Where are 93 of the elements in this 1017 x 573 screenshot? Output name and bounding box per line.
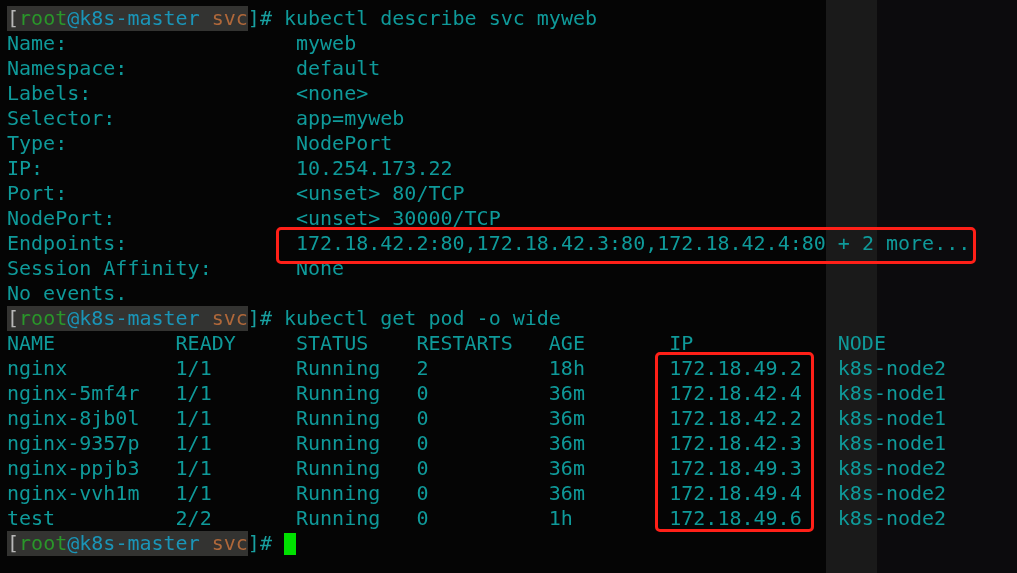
table-cell-text: k8s-node2 — [837, 481, 948, 506]
table-cell-text: k8s-node2 — [837, 456, 948, 481]
table-cell-text: 1/1 — [175, 356, 213, 381]
table-cell-text: 0 — [416, 406, 430, 431]
table-cell-text: 1/1 — [175, 456, 213, 481]
table-cell-text: 36m — [548, 431, 586, 456]
table-cell-text: 172.18.42.4 — [669, 381, 803, 406]
table-cell-text: k8s-node1 — [837, 406, 948, 431]
table-cell-text: 172.18.49.2 — [669, 356, 803, 381]
field-label: Selector: — [7, 106, 117, 131]
table-cell-text: 1/1 — [175, 406, 213, 431]
output-text: No events. — [7, 281, 128, 306]
table-cell-text: Running — [295, 506, 382, 531]
table-cell-text: 2 — [416, 356, 430, 381]
table-cell-text: 36m — [548, 381, 586, 406]
column-header: NODE — [837, 331, 887, 356]
table-cell-text: 2/2 — [175, 506, 213, 531]
column-header: IP — [669, 331, 695, 356]
field-value: 172.18.42.2:80,172.18.42.3:80,172.18.42.4:80 + 2 more... — [296, 231, 971, 256]
table-cell-text: nginx-ppjb3 — [7, 456, 141, 481]
column-header: READY — [175, 331, 237, 356]
table-cell-text: nginx-5mf4r — [7, 381, 141, 406]
table-cell-text: 36m — [548, 481, 586, 506]
prompt-bracket: [ — [7, 531, 20, 556]
table-cell-text: 0 — [416, 506, 430, 531]
table-cell-text: nginx-vvh1m — [7, 481, 141, 506]
table-cell-text: nginx — [7, 356, 69, 381]
prompt-symbol: ]# — [247, 531, 272, 556]
prompt-user: root — [19, 531, 68, 556]
prompt-user: root — [19, 6, 68, 31]
command-text: kubectl get pod -o wide — [283, 306, 561, 331]
table-cell-text: Running — [295, 406, 382, 431]
prompt-symbol: ]# — [247, 6, 272, 31]
table-cell-text: k8s-node1 — [837, 381, 948, 406]
table-cell-text: k8s-node2 — [837, 356, 948, 381]
field-label: Endpoints: — [7, 231, 129, 256]
field-value: myweb — [296, 31, 357, 56]
field-label: Type: — [7, 131, 69, 156]
field-value: <unset> 30000/TCP — [296, 206, 501, 231]
column-header: STATUS — [295, 331, 370, 356]
prompt-bracket: [ — [7, 6, 20, 31]
table-cell-text: nginx-8jb0l — [7, 406, 141, 431]
field-value: NodePort — [296, 131, 393, 156]
field-label: Session Affinity: — [7, 256, 213, 281]
table-cell-text: 1h — [548, 506, 574, 531]
field-value: 10.254.173.22 — [296, 156, 453, 181]
table-cell-text: 1/1 — [175, 431, 213, 456]
table-cell-text: nginx-9357p — [7, 431, 141, 456]
table-cell-text: 0 — [416, 456, 430, 481]
table-cell-text: 1/1 — [175, 481, 213, 506]
table-cell-text: 172.18.49.3 — [669, 456, 803, 481]
table-cell-text: 36m — [548, 406, 586, 431]
table-cell-text: 1/1 — [175, 381, 213, 406]
prompt-user: root — [19, 306, 68, 331]
column-header: NAME — [7, 331, 57, 356]
prompt-host: @k8s-master — [67, 531, 200, 556]
table-cell-text: Running — [295, 356, 382, 381]
field-value: <unset> 80/TCP — [296, 181, 465, 206]
field-label: Labels: — [7, 81, 93, 106]
column-header: AGE — [548, 331, 586, 356]
field-label: Port: — [7, 181, 69, 206]
prompt-host: @k8s-master — [67, 6, 200, 31]
table-cell-text: k8s-node1 — [837, 431, 948, 456]
prompt-host: @k8s-master — [67, 306, 200, 331]
field-label: IP: — [7, 156, 45, 181]
prompt-symbol: ]# — [247, 306, 272, 331]
prompt-bracket: [ — [7, 306, 20, 331]
table-cell-text: 0 — [416, 381, 430, 406]
field-label: NodePort: — [7, 206, 117, 231]
field-value: app=myweb — [296, 106, 405, 131]
table-cell-text: Running — [295, 456, 382, 481]
table-cell-text: 0 — [416, 481, 430, 506]
table-cell-text: Running — [295, 481, 382, 506]
field-label: Name: — [7, 31, 69, 56]
prompt-directory: svc — [210, 306, 248, 331]
prompt-directory: svc — [210, 531, 248, 556]
table-cell-text: 0 — [416, 431, 430, 456]
table-cell-text: k8s-node2 — [837, 506, 948, 531]
table-cell-text: 172.18.49.6 — [669, 506, 803, 531]
table-cell-text: 36m — [548, 456, 586, 481]
field-value: default — [296, 56, 381, 81]
table-cell-text: 172.18.42.2 — [669, 406, 803, 431]
table-cell-text: Running — [295, 381, 382, 406]
prompt-directory: svc — [210, 6, 248, 31]
table-cell-text: test — [7, 506, 57, 531]
field-label: Namespace: — [7, 56, 129, 81]
command-text: kubectl describe svc myweb — [283, 6, 597, 31]
field-value: <none> — [296, 81, 369, 106]
table-cell-text: Running — [295, 431, 382, 456]
table-cell-text: 172.18.42.3 — [669, 431, 803, 456]
table-cell-text: 172.18.49.4 — [669, 481, 803, 506]
column-header: RESTARTS — [416, 331, 514, 356]
table-cell-text: 18h — [548, 356, 586, 381]
